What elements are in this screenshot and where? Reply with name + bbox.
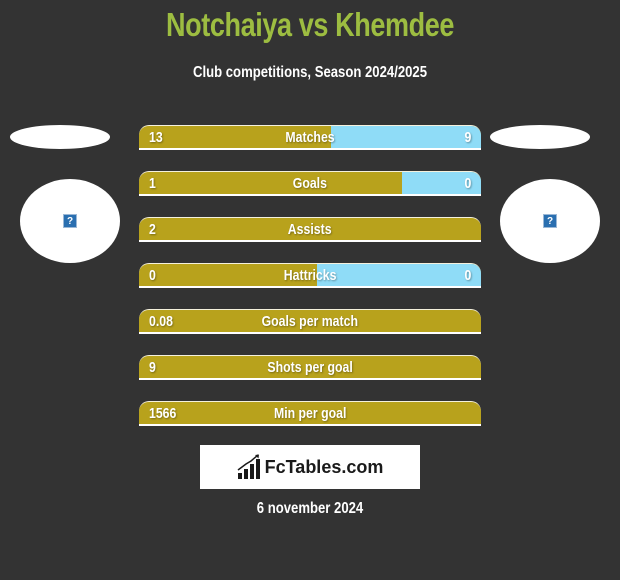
stat-label: Assists: [139, 218, 481, 240]
left-player-placeholder: [10, 125, 110, 149]
right-value: 0: [463, 172, 471, 194]
stat-label: Goals per match: [139, 310, 481, 332]
stat-bar-matches: 13 Matches 9: [139, 125, 481, 150]
stat-bar-assists: 2 Assists: [139, 217, 481, 242]
question-icon: ?: [543, 214, 557, 228]
bar-chart-icon: [237, 454, 260, 479]
right-value: 0: [463, 264, 471, 286]
stat-label-text: Min per goal: [273, 404, 347, 422]
date-label: 6 november 2024: [256, 500, 364, 517]
page-title: Notchaiya vs Khemdee: [165, 6, 455, 43]
stat-label-text: Matches: [285, 128, 335, 146]
right-value: 9: [463, 126, 471, 148]
stat-bar-goals: 1 Goals 0: [139, 171, 481, 196]
competition-subtitle: Club competitions, Season 2024/2025: [192, 64, 428, 81]
stat-bar-min-per-goal: 1566 Min per goal: [139, 401, 481, 426]
brand-name: FcTables.com: [264, 456, 384, 477]
left-team-logo: ?: [20, 179, 120, 263]
right-team-logo: ?: [500, 179, 600, 263]
stat-label-text: Hattricks: [283, 266, 337, 284]
stat-label: Shots per goal: [139, 356, 481, 378]
stat-label: Goals: [139, 172, 481, 194]
stat-label-text: Goals: [292, 174, 328, 192]
stat-label: Matches: [139, 126, 481, 148]
question-icon: ?: [63, 214, 77, 228]
stat-label-text: Shots per goal: [267, 358, 353, 376]
stat-label: Min per goal: [139, 402, 481, 424]
right-value-text: 0: [464, 266, 471, 284]
stat-label-text: Goals per match: [261, 312, 359, 330]
right-value-text: 9: [464, 128, 471, 146]
fctables-logo[interactable]: FcTables.com: [200, 445, 420, 489]
stat-bar-shots-per-goal: 9 Shots per goal: [139, 355, 481, 380]
right-value-text: 0: [464, 174, 471, 192]
stat-label: Hattricks: [139, 264, 481, 286]
stat-bar-goals-per-match: 0.08 Goals per match: [139, 309, 481, 334]
stat-bar-hattricks: 0 Hattricks 0: [139, 263, 481, 288]
right-player-placeholder: [490, 125, 590, 149]
stat-label-text: Assists: [288, 220, 332, 238]
